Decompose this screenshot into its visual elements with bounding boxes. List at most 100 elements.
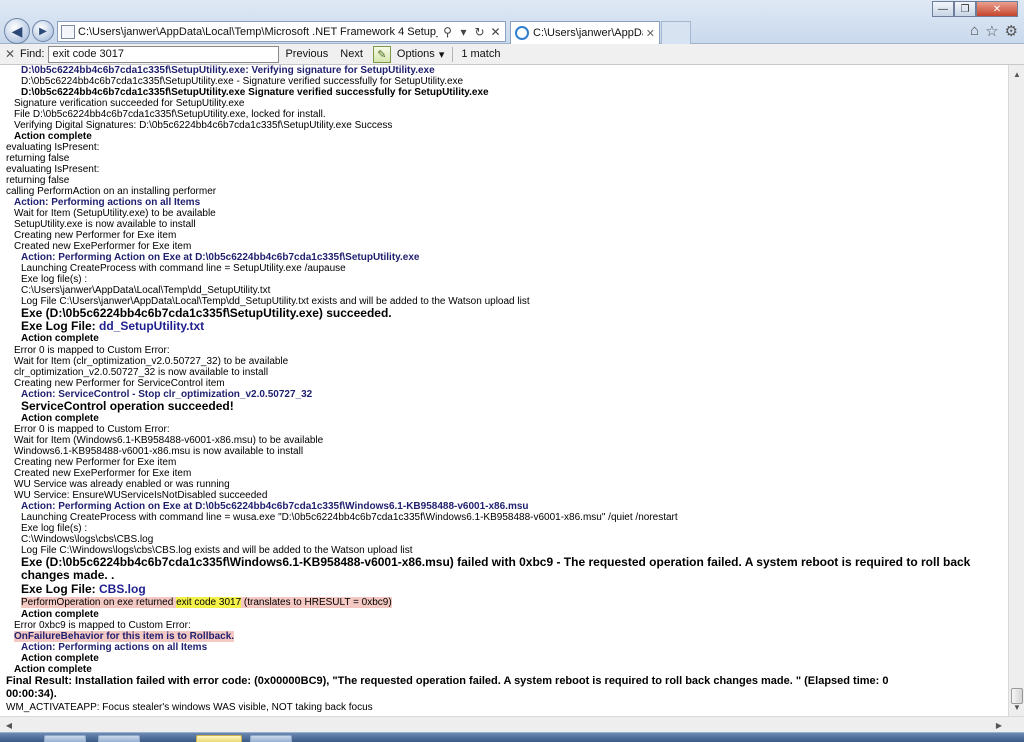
- log-line: WM_ACTIVATEAPP: Focus stealer's windows …: [6, 702, 373, 713]
- new-tab-button[interactable]: [661, 21, 691, 44]
- log-line: calling PerformAction on an installing p…: [6, 186, 217, 197]
- exe-log-file-link[interactable]: dd_SetupUtility.txt: [99, 319, 204, 333]
- search-match: exit code 3017: [176, 597, 242, 608]
- find-options-button[interactable]: Options ▾: [391, 48, 450, 61]
- scroll-right-icon[interactable]: ▶: [992, 719, 1006, 731]
- horizontal-scrollbar[interactable]: ◀ ▶: [0, 716, 1024, 732]
- log-line: WU Service: EnsureWUServiceIsNotDisabled…: [14, 490, 268, 501]
- stop-icon[interactable]: ✕: [489, 25, 502, 39]
- scroll-down-icon[interactable]: ▼: [1010, 699, 1024, 715]
- log-content[interactable]: D:\0b5c6224bb4c6b7cda1c335f\SetupUtility…: [0, 65, 1008, 716]
- log-line-highlighted: OnFailureBehavior for this item is to Ro…: [14, 631, 235, 642]
- final-result-line: 00:00:34).: [6, 688, 57, 700]
- log-line: Action complete: [14, 131, 92, 142]
- log-line: Exe Log File: dd_SetupUtility.txt: [21, 320, 204, 333]
- taskbar-item[interactable]: [44, 735, 86, 742]
- taskbar: [0, 732, 1024, 742]
- log-line: D:\0b5c6224bb4c6b7cda1c335f\SetupUtility…: [21, 65, 435, 76]
- log-line: Error 0 is mapped to Custom Error:: [14, 345, 170, 356]
- tools-icon[interactable]: ⚙: [1005, 22, 1018, 40]
- maximize-icon: ❐: [960, 3, 970, 15]
- log-line: Action complete: [21, 333, 99, 344]
- maximize-button[interactable]: ❐: [954, 1, 976, 17]
- minimize-icon: —: [938, 3, 948, 15]
- find-previous-button[interactable]: Previous: [279, 46, 334, 63]
- search-icon[interactable]: ⚲: [441, 25, 454, 39]
- toolbar-icons: ⌂ ☆ ⚙: [970, 22, 1018, 40]
- close-button[interactable]: ✕: [976, 1, 1018, 17]
- favorites-icon[interactable]: ☆: [985, 22, 998, 40]
- log-line: Action: Performing actions on all Items: [21, 642, 208, 653]
- log-line: D:\0b5c6224bb4c6b7cda1c335f\SetupUtility…: [21, 87, 489, 98]
- log-line: Exe (D:\0b5c6224bb4c6b7cda1c335f\Windows…: [21, 555, 971, 569]
- log-line: Wait for Item (SetupUtility.exe) to be a…: [14, 208, 216, 219]
- browser-tab[interactable]: C:\Users\janwer\AppData\... ✕: [510, 21, 660, 44]
- back-button[interactable]: ◀: [4, 18, 30, 44]
- log-line: Exe log file(s) :: [21, 523, 88, 534]
- log-line: C:\Windows\logs\cbs\CBS.log: [21, 534, 154, 545]
- log-line: WU Service was already enabled or was ru…: [14, 479, 230, 490]
- log-line: evaluating IsPresent:: [6, 142, 100, 153]
- log-line: Exe log file(s) :: [21, 274, 88, 285]
- address-url[interactable]: C:\Users\janwer\AppData\Local\Temp\Micro…: [78, 26, 438, 38]
- browser-titlebar: ◀ ▶ C:\Users\janwer\AppData\Local\Temp\M…: [0, 0, 1024, 44]
- log-line: Created new ExePerformer for Exe item: [14, 468, 192, 479]
- find-match-count: 1 match: [461, 48, 501, 60]
- hresult-text: (translates to HRESULT = 0xbc9): [241, 597, 392, 608]
- taskbar-item-active[interactable]: [196, 735, 242, 742]
- scroll-up-icon[interactable]: ▲: [1010, 66, 1024, 82]
- log-line: Wait for Item (clr_optimization_v2.0.507…: [14, 356, 289, 367]
- taskbar-item[interactable]: [250, 735, 292, 742]
- log-line: Exe Log File: CBS.log: [21, 583, 146, 596]
- log-line: Action complete: [21, 413, 99, 424]
- close-icon: ✕: [992, 3, 1002, 15]
- log-line: D:\0b5c6224bb4c6b7cda1c335f\SetupUtility…: [21, 76, 464, 87]
- exe-log-file-link[interactable]: CBS.log: [99, 582, 146, 596]
- refresh-icon[interactable]: ↻: [473, 25, 486, 39]
- taskbar-item[interactable]: [98, 735, 140, 742]
- perform-operation-text: PerformOperation on exe returned: [21, 597, 177, 608]
- back-icon: ◀: [11, 22, 23, 39]
- home-icon[interactable]: ⌂: [970, 22, 979, 40]
- minimize-button[interactable]: —: [932, 1, 954, 17]
- exe-log-file-label: Exe Log File:: [21, 582, 100, 596]
- tab-title: C:\Users\janwer\AppData\...: [533, 27, 643, 39]
- log-line: evaluating IsPresent:: [6, 164, 100, 175]
- log-line: C:\Users\janwer\AppData\Local\Temp\dd_Se…: [21, 285, 271, 296]
- log-line: ServiceControl operation succeeded!: [21, 399, 234, 413]
- forward-button[interactable]: ▶: [32, 20, 54, 42]
- find-separator: [452, 46, 454, 62]
- log-line: Action complete: [21, 653, 99, 664]
- log-line: Creating new Performer for ServiceContro…: [14, 378, 225, 389]
- find-bar: ✕ Find: Previous Next ✎ Options▾ 1 match: [0, 44, 1024, 65]
- find-label: Find:: [20, 48, 45, 60]
- final-result-line: Final Result: Installation failed with e…: [6, 675, 889, 687]
- log-line: clr_optimization_v2.0.50727_32 is now av…: [14, 367, 269, 378]
- log-line: Action: Performing actions on all Items: [14, 197, 201, 208]
- find-input[interactable]: [48, 45, 280, 63]
- log-line-highlighted: PerformOperation on exe returned exit co…: [21, 597, 392, 608]
- log-line: Action complete: [14, 664, 92, 675]
- log-line: Creating new Performer for Exe item: [14, 457, 177, 468]
- dropdown-icon[interactable]: ▾: [457, 25, 470, 39]
- chevron-down-icon: ▾: [438, 48, 445, 61]
- log-line: returning false: [6, 175, 70, 186]
- find-next-button[interactable]: Next: [334, 46, 369, 63]
- log-line: Wait for Item (Windows6.1-KB958488-v6001…: [14, 435, 324, 446]
- log-line: File D:\0b5c6224bb4c6b7cda1c335f\SetupUt…: [14, 109, 326, 120]
- scroll-left-icon[interactable]: ◀: [2, 719, 16, 731]
- log-line: returning false: [6, 153, 70, 164]
- log-line: SetupUtility.exe is now available to ins…: [14, 219, 196, 230]
- address-bar[interactable]: C:\Users\janwer\AppData\Local\Temp\Micro…: [57, 21, 506, 42]
- highlight-pencil-icon[interactable]: ✎: [372, 45, 391, 63]
- vertical-scrollbar[interactable]: ▲ ▼: [1008, 65, 1024, 716]
- log-line: Action: Performing Action on Exe at D:\0…: [21, 252, 420, 263]
- log-line: Launching CreateProcess with command lin…: [21, 512, 678, 523]
- tab-close-icon[interactable]: ✕: [646, 27, 655, 40]
- find-close-icon[interactable]: ✕: [0, 47, 20, 61]
- log-line: changes made. .: [21, 568, 115, 582]
- log-line: Creating new Performer for Exe item: [14, 230, 177, 241]
- log-line: Windows6.1-KB958488-v6001-x86.msu is now…: [14, 446, 304, 457]
- window-controls: — ❐ ✕: [932, 1, 1018, 17]
- forward-icon: ▶: [39, 25, 47, 37]
